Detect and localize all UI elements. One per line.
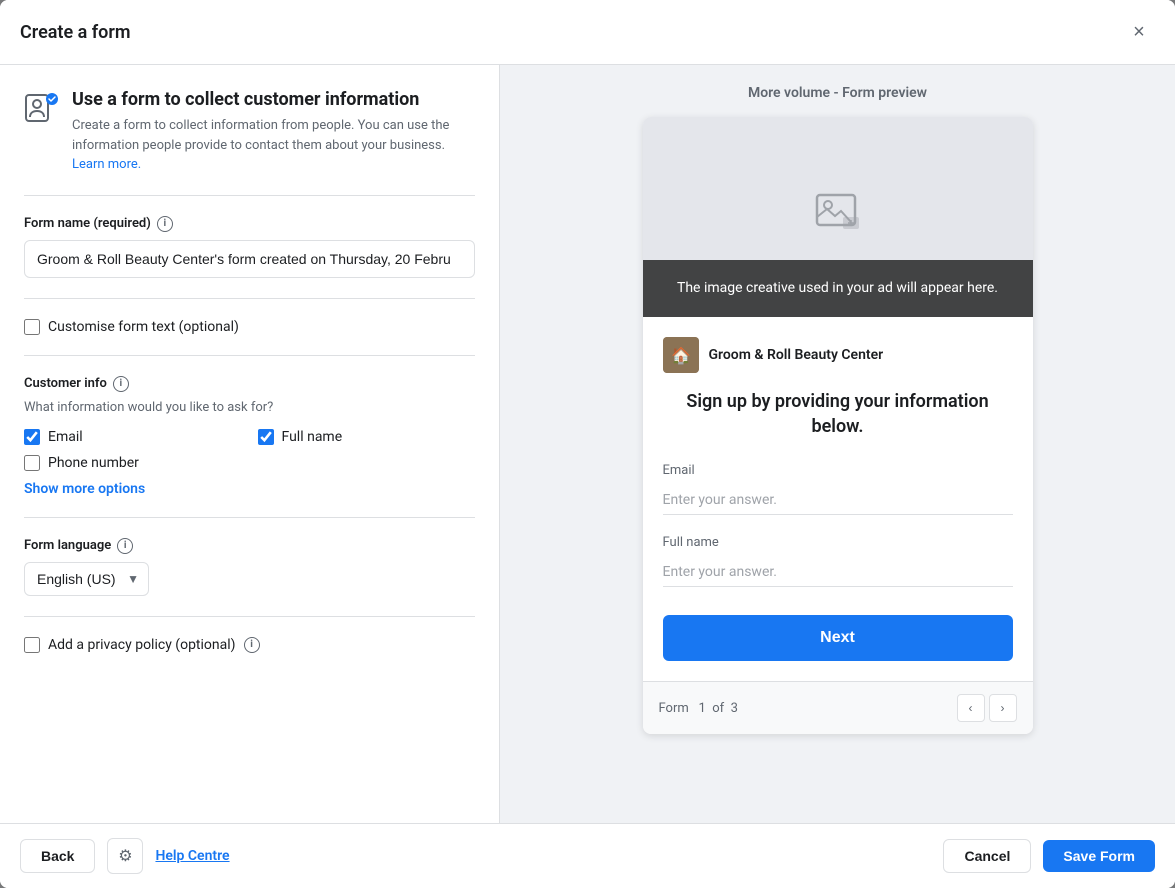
preview-pagination: Form 1 of 3 ‹ ›: [643, 681, 1033, 734]
divider-3: [24, 355, 475, 356]
full-name-checkbox-label[interactable]: Full name: [258, 429, 476, 445]
image-overlay-text: The image creative used in your ad will …: [663, 278, 1013, 299]
form-language-label: Form language i: [24, 538, 475, 554]
privacy-policy-checkbox[interactable]: [24, 637, 40, 653]
phone-checkbox-label[interactable]: Phone number: [24, 455, 242, 471]
email-checkbox[interactable]: [24, 429, 40, 445]
customer-info-desc: What information would you like to ask f…: [24, 400, 475, 415]
form-name-info-icon[interactable]: i: [157, 216, 173, 232]
divider-5: [24, 616, 475, 617]
image-placeholder-icon: [813, 187, 863, 247]
modal-title: Create a form: [20, 22, 130, 43]
image-overlay: The image creative used in your ad will …: [643, 260, 1033, 317]
language-select-wrapper: English (US) English (UK) French Spanish…: [24, 562, 149, 596]
checkboxes-grid: Email Full name Phone number: [24, 429, 475, 471]
section-header: Use a form to collect customer informati…: [24, 89, 475, 175]
preview-field-fullname-input: Enter your answer.: [663, 558, 1013, 587]
modal-overlay: Create a form ×: [0, 0, 1175, 888]
save-form-button[interactable]: Save Form: [1043, 840, 1155, 872]
divider-1: [24, 195, 475, 196]
language-select[interactable]: English (US) English (UK) French Spanish…: [24, 562, 149, 596]
preview-field-email-label: Email: [663, 463, 1013, 478]
modal-body: Use a form to collect customer informati…: [0, 65, 1175, 823]
pagination-controls: ‹ ›: [957, 694, 1017, 722]
preview-next-button[interactable]: Next: [663, 615, 1013, 661]
preview-field-email-input: Enter your answer.: [663, 486, 1013, 515]
close-button[interactable]: ×: [1123, 16, 1155, 48]
preview-heading: Sign up by providing your information be…: [663, 389, 1013, 439]
image-placeholder: The image creative used in your ad will …: [643, 117, 1033, 317]
email-checkbox-label[interactable]: Email: [24, 429, 242, 445]
phone-checkbox[interactable]: [24, 455, 40, 471]
footer-right: Cancel Save Form: [943, 839, 1155, 873]
divider-4: [24, 517, 475, 518]
brand-name: Groom & Roll Beauty Center: [709, 347, 884, 363]
customer-info-section: Customer info i What information would y…: [24, 376, 475, 497]
pagination-text: Form 1 of 3: [659, 701, 738, 716]
privacy-policy-label[interactable]: Add a privacy policy (optional) i: [24, 637, 475, 653]
section-header-text: Use a form to collect customer informati…: [72, 89, 475, 175]
pagination-prev-button[interactable]: ‹: [957, 694, 985, 722]
section-desc: Create a form to collect information fro…: [72, 116, 475, 175]
form-preview: The image creative used in your ad will …: [643, 117, 1033, 734]
learn-more-link[interactable]: Learn more.: [72, 157, 141, 172]
right-panel: More volume - Form preview: [500, 65, 1175, 823]
back-button[interactable]: Back: [20, 839, 95, 873]
cancel-button[interactable]: Cancel: [943, 839, 1031, 873]
gear-button[interactable]: ⚙: [107, 838, 143, 874]
divider-2: [24, 298, 475, 299]
preview-field-fullname: Full name Enter your answer.: [663, 535, 1013, 587]
section-title: Use a form to collect customer informati…: [72, 89, 475, 110]
preview-field-fullname-label: Full name: [663, 535, 1013, 550]
form-language-info-icon[interactable]: i: [117, 538, 133, 554]
preview-field-email: Email Enter your answer.: [663, 463, 1013, 515]
customer-info-label: Customer info i: [24, 376, 475, 392]
brand-avatar: 🏠: [663, 337, 699, 373]
create-form-modal: Create a form ×: [0, 0, 1175, 888]
left-panel: Use a form to collect customer informati…: [0, 65, 500, 823]
form-name-label: Form name (required) i: [24, 216, 475, 232]
full-name-checkbox[interactable]: [258, 429, 274, 445]
customise-checkbox[interactable]: [24, 319, 40, 335]
form-name-input[interactable]: [24, 240, 475, 278]
modal-footer: Back ⚙ Help Centre Cancel Save Form: [0, 823, 1175, 888]
modal-header: Create a form ×: [0, 0, 1175, 65]
svg-text:🏠: 🏠: [671, 346, 691, 365]
pagination-next-button[interactable]: ›: [989, 694, 1017, 722]
preview-content: 🏠 Groom & Roll Beauty Center Sign up by …: [643, 317, 1033, 681]
show-more-options[interactable]: Show more options: [24, 481, 145, 497]
customer-info-icon[interactable]: i: [113, 376, 129, 392]
privacy-info-icon[interactable]: i: [244, 637, 260, 653]
help-centre-link[interactable]: Help Centre: [155, 848, 229, 864]
form-user-icon: [24, 89, 60, 129]
preview-brand: 🏠 Groom & Roll Beauty Center: [663, 337, 1013, 373]
footer-left: Back ⚙ Help Centre: [20, 838, 230, 874]
customise-checkbox-label[interactable]: Customise form text (optional): [24, 319, 475, 335]
gear-icon: ⚙: [118, 846, 132, 866]
preview-label: More volume - Form preview: [748, 85, 927, 101]
